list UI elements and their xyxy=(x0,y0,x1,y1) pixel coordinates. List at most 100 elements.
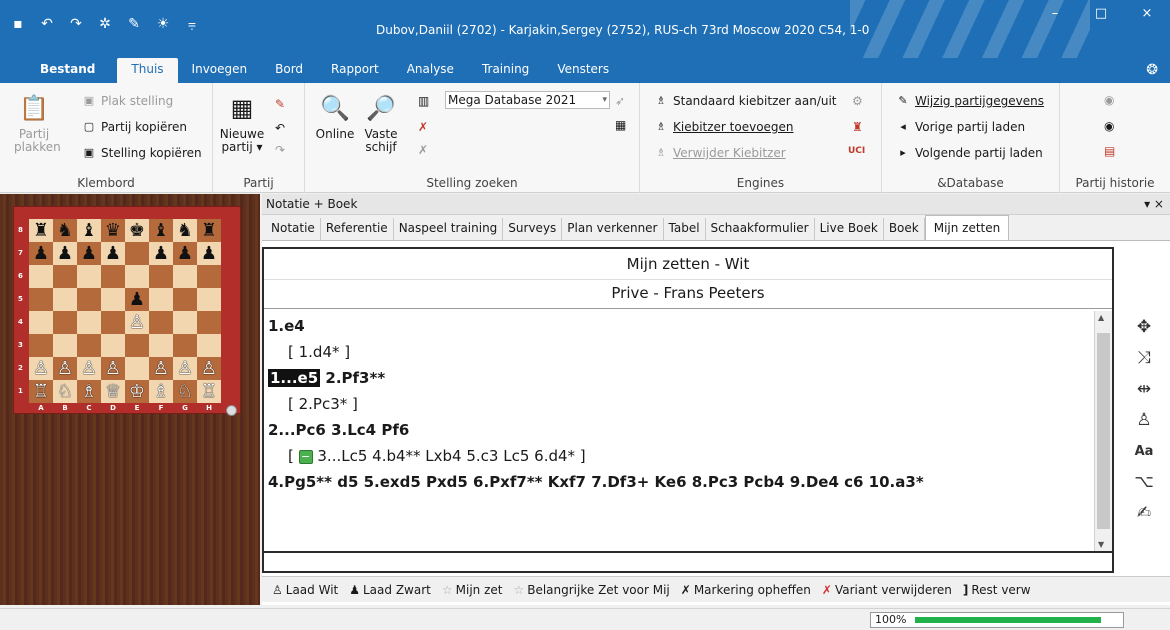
tab-rapport[interactable]: Rapport xyxy=(317,58,393,83)
move-text[interactable]: 2.Pf3** xyxy=(320,369,385,387)
variation-line[interactable]: [ 1.d4* ] xyxy=(268,339,924,365)
tab-referentie[interactable]: Referentie xyxy=(321,218,394,240)
harddisk-search-button[interactable]: 🔎 Vaste schijf xyxy=(361,91,401,154)
redo-move-icon[interactable]: ↷ xyxy=(275,143,285,157)
board-square[interactable]: ♝ xyxy=(149,219,173,242)
close-button[interactable]: × xyxy=(1124,0,1170,30)
minimize-button[interactable]: – xyxy=(1032,0,1078,30)
board-square[interactable] xyxy=(197,288,221,311)
tab-tabel[interactable]: Tabel xyxy=(664,218,706,240)
board-square[interactable]: ♜ xyxy=(29,219,53,242)
board-square[interactable]: ♝ xyxy=(77,219,101,242)
board-square[interactable] xyxy=(53,288,77,311)
tab-mijn-zetten[interactable]: Mijn zetten xyxy=(924,215,1010,240)
board-square[interactable]: ♟ xyxy=(53,242,77,265)
variation-line[interactable]: [ − 3...Lc5 4.b4** Lxb4 5.c3 Lc5 6.d4* ] xyxy=(268,443,924,469)
board-square[interactable] xyxy=(29,265,53,288)
board-square[interactable]: ♟ xyxy=(197,242,221,265)
history-forward-icon[interactable]: ◉ xyxy=(1104,119,1114,133)
load-white-button[interactable]: ♙ Laad Wit xyxy=(272,583,338,597)
toggle-kibitzer-button[interactable]: ♗ Standaard kiebitzer aan/uit xyxy=(654,94,836,108)
edit-game-icon[interactable]: ✎ xyxy=(275,97,285,111)
save-icon[interactable]: ▪ xyxy=(10,16,26,32)
maximize-button[interactable]: □ xyxy=(1078,0,1124,30)
online-search-button[interactable]: 🔍 Online xyxy=(313,91,357,141)
board-square[interactable]: ♙ xyxy=(53,357,77,380)
tab-surveys[interactable]: Surveys xyxy=(503,218,563,240)
paste-game-button[interactable]: 📋 Partij plakken xyxy=(14,91,61,154)
help-icon[interactable]: ❂ xyxy=(1146,62,1158,78)
clear-marking-button[interactable]: ✗ Markering opheffen xyxy=(681,583,811,597)
next-game-button[interactable]: ▸ Volgende partij laden xyxy=(896,146,1043,160)
remove-kibitzer-button[interactable]: ♗ Verwijder Kiebitzer xyxy=(654,146,786,160)
tab-schaakformulier[interactable]: Schaakformulier xyxy=(706,218,815,240)
board-square[interactable] xyxy=(149,288,173,311)
chessboard[interactable]: 87654321 ♜ ♞ ♝ ♛ ♚ ♝ ♞ ♜ ♟ ♟ ♟ ♟ ♟ ♟ ♟ ♟ ♙ ♙ ♙ ♙ ♙ ♙ ♙ ♙ ♖ ♘ ♗ ♕ ♔ ♗ ♘… xyxy=(13,206,241,416)
board-square[interactable] xyxy=(53,265,77,288)
variation-line[interactable]: [ 2.Pc3* ] xyxy=(268,391,924,417)
undo-move-icon[interactable]: ↶ xyxy=(275,121,285,135)
load-black-button[interactable]: ♟ Laad Zwart xyxy=(349,583,431,597)
annotate-icon[interactable]: ✍ xyxy=(1122,498,1166,529)
board-square[interactable] xyxy=(173,265,197,288)
tab-live-boek[interactable]: Live Boek xyxy=(815,218,884,240)
delete-rest-button[interactable]: ] Rest verw xyxy=(963,583,1031,597)
load-moves-icon[interactable]: ✥ xyxy=(1122,312,1166,343)
copy-position-button[interactable]: ▣ Stelling kopiëren xyxy=(82,146,202,160)
move-line[interactable]: 4.Pg5** d5 5.exd5 Pxd5 6.Pxf7** Kxf7 7.D… xyxy=(268,469,924,495)
database-select[interactable]: Mega Database 2021 ▾ xyxy=(445,91,610,109)
scroll-up-icon[interactable]: ▲ xyxy=(1098,313,1104,322)
board-square[interactable]: ♖ xyxy=(29,380,53,403)
board-square[interactable] xyxy=(29,288,53,311)
shuffle-icon[interactable]: ⤨ xyxy=(1122,343,1166,374)
customize-qat-icon[interactable]: ⩦ xyxy=(184,16,200,32)
board-square[interactable] xyxy=(125,265,149,288)
tree-icon[interactable]: ⌥ xyxy=(1122,467,1166,498)
bulb-icon[interactable]: ☀ xyxy=(155,16,171,32)
pane-controls[interactable]: ▾ × xyxy=(1144,194,1164,214)
board-square[interactable]: ♜ xyxy=(197,219,221,242)
board-grid[interactable]: ♜ ♞ ♝ ♛ ♚ ♝ ♞ ♜ ♟ ♟ ♟ ♟ ♟ ♟ ♟ ♟ ♙ ♙ ♙ ♙ ♙ ♙ ♙ ♙ ♖ ♘ ♗ ♕ ♔ ♗ ♘ ♖ xyxy=(29,219,221,403)
vertical-scrollbar[interactable]: ▲ ▼ xyxy=(1094,311,1112,551)
feather-icon[interactable]: ➶ xyxy=(615,94,625,108)
font-icon[interactable]: Aa xyxy=(1122,436,1166,467)
engine-tool-icon[interactable]: ♜ xyxy=(852,120,863,134)
board-search-icon[interactable]: ▦ xyxy=(615,118,626,132)
board-square[interactable] xyxy=(197,311,221,334)
board-square[interactable]: ♘ xyxy=(53,380,77,403)
undo-icon[interactable]: ↶ xyxy=(39,16,55,32)
board-square[interactable] xyxy=(197,334,221,357)
uci-icon[interactable]: UCI xyxy=(848,146,865,156)
board-square[interactable]: ♙ xyxy=(101,357,125,380)
board-square[interactable]: ♟ xyxy=(29,242,53,265)
board-square[interactable] xyxy=(53,311,77,334)
scroll-down-icon[interactable]: ▼ xyxy=(1098,540,1104,549)
board-square[interactable]: ♗ xyxy=(77,380,101,403)
new-game-button[interactable]: ▦ Nieuwe partij ▾ xyxy=(219,91,265,154)
delete-variation-button[interactable]: ✗ Variant verwijderen xyxy=(822,583,952,597)
board-square[interactable]: ♙ xyxy=(29,357,53,380)
board-square[interactable]: ♞ xyxy=(173,219,197,242)
variation-text[interactable]: 3...Lc5 4.b4** Lxb4 5.c3 Lc5 6.d4* ] xyxy=(313,447,585,465)
board-square[interactable]: ♘ xyxy=(173,380,197,403)
board-square[interactable]: ♙ xyxy=(125,311,149,334)
history-back-icon[interactable]: ◉ xyxy=(1104,93,1114,107)
board-square[interactable] xyxy=(29,334,53,357)
history-list-icon[interactable]: ▤ xyxy=(1104,144,1115,158)
board-square[interactable] xyxy=(77,288,101,311)
tab-analyse[interactable]: Analyse xyxy=(393,58,468,83)
board-square[interactable] xyxy=(149,334,173,357)
edit-game-data-button[interactable]: ✎ Wijzig partijgegevens xyxy=(896,94,1044,108)
board-square[interactable] xyxy=(77,311,101,334)
search-tool-2-icon[interactable]: ✗ xyxy=(418,143,428,157)
board-square[interactable] xyxy=(149,311,173,334)
board-square[interactable]: ♙ xyxy=(173,357,197,380)
move-line[interactable]: 1...e5 2.Pf3** xyxy=(268,365,924,391)
search-tool-icon[interactable]: ✗ xyxy=(418,120,428,134)
tab-bestand[interactable]: Bestand xyxy=(0,58,117,83)
board-square[interactable] xyxy=(173,288,197,311)
current-move[interactable]: 1...e5 xyxy=(268,369,321,387)
tools-icon[interactable]: ✎ xyxy=(126,16,142,32)
board-square[interactable] xyxy=(197,265,221,288)
tab-naspeel-training[interactable]: Naspeel training xyxy=(394,218,504,240)
